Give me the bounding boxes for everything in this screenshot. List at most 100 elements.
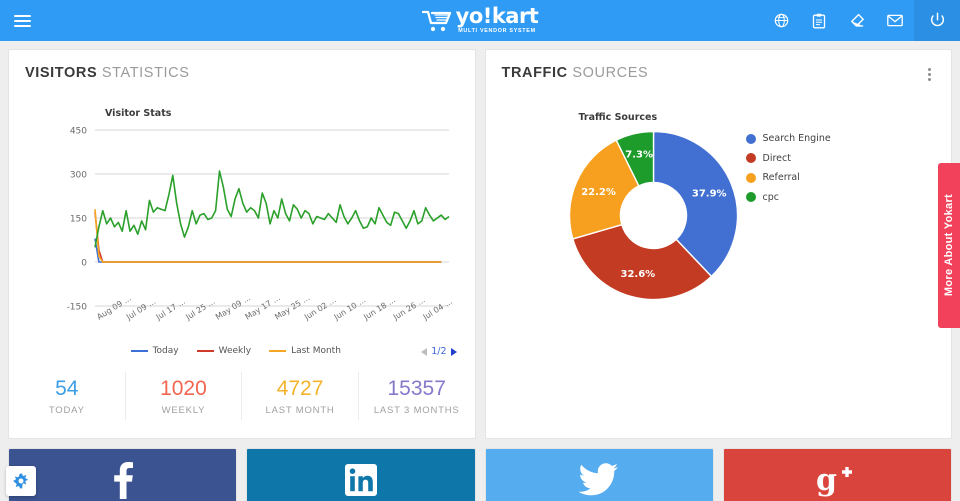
donut-slice-value: 37.9% (691, 189, 726, 200)
kebab-menu-icon[interactable] (924, 65, 935, 84)
traffic-title-light: SOURCES (572, 65, 649, 81)
chart-x-axis-labels: Aug 09 ...Jul 09 ...Jul 17 ...Jul 25 ...… (95, 293, 454, 322)
twitter-card-banner (485, 449, 713, 501)
legend-item-weekly[interactable]: Weekly (196, 346, 252, 356)
traffic-title-bold: TRAFFIC (501, 65, 568, 81)
eraser-icon[interactable] (838, 0, 876, 41)
stat-label: LAST MONTH (265, 405, 335, 417)
hamburger-bar (13, 24, 31, 27)
stat-last-month[interactable]: 4727 LAST MONTH (241, 372, 358, 421)
facebook-card-banner (9, 449, 237, 501)
legend-dot (745, 192, 756, 202)
legend-label: cpc (762, 191, 779, 203)
visitor-chart-legend: Today Weekly Last Month (9, 346, 463, 356)
brand-logo[interactable]: yo!kart MULTI VENDOR SYSTEM (421, 4, 539, 34)
hamburger-bar (13, 14, 31, 17)
svg-text:Jun 18 ...: Jun 18 ... (361, 295, 397, 322)
pagination-text: 1/2 (431, 346, 447, 357)
power-logout-icon[interactable] (914, 0, 960, 41)
legend-item-direct[interactable]: Direct (745, 152, 831, 164)
gear-icon (13, 473, 28, 489)
legend-dot (745, 172, 756, 183)
svg-text:Jul 04 ...: Jul 04 ... (421, 297, 454, 322)
legend-label: Weekly (218, 346, 252, 356)
dashboard-content: VISITORS STATISTICS Visitor Stats 450 300… (0, 41, 960, 439)
envelope-icon[interactable] (876, 0, 914, 41)
legend-dot (745, 133, 756, 144)
legend-item-cpc[interactable]: cpc (745, 191, 831, 203)
svg-text:300: 300 (70, 171, 87, 181)
google-plus-card-banner: g (723, 449, 951, 501)
stat-last-3-months[interactable]: 15357 LAST 3 MONTHS (357, 372, 475, 421)
legend-dot (745, 153, 756, 163)
globe-icon[interactable] (762, 0, 800, 41)
kebab-dot (928, 68, 931, 71)
triangle-right-icon[interactable] (450, 347, 457, 356)
social-cards-row: FACEBOOK LINKEDIN TWITTER g GOOGL (0, 439, 960, 501)
legend-label: Search Engine (762, 133, 831, 144)
topbar-icon-group (762, 0, 960, 41)
legend-label: Today (152, 346, 179, 356)
linkedin-icon (344, 464, 377, 496)
visitors-panel-title: VISITORS STATISTICS (25, 65, 190, 81)
svg-text:-150: -150 (67, 303, 88, 313)
legend-label: Last Month (291, 346, 341, 356)
legend-swatch (130, 349, 148, 353)
kebab-dot (928, 73, 931, 76)
svg-text:g: g (816, 463, 837, 498)
social-card-google-plus[interactable]: g GOOGLE PLUS (722, 448, 952, 501)
traffic-sources-donut-chart: 37.9% 32.6% 22.2% 7.3% (568, 130, 738, 301)
donut-slice-value: 32.6% (620, 269, 655, 280)
svg-text:0: 0 (81, 259, 87, 269)
traffic-legend: Search Engine Direct Referral cpc (745, 133, 831, 203)
facebook-icon (113, 462, 133, 499)
legend-item-referral[interactable]: Referral (745, 172, 831, 183)
stat-value: 1020 (160, 377, 207, 400)
stat-weekly[interactable]: 1020 WEEKLY (124, 372, 242, 421)
stat-label: WEEKLY (161, 405, 206, 417)
visitors-title-bold: VISITORS (25, 65, 98, 81)
donut-slice-value: 22.2% (581, 187, 616, 198)
stat-today[interactable]: 54 TODAY (9, 372, 125, 420)
legend-item-today[interactable]: Today (130, 346, 179, 356)
traffic-panel-header: TRAFFIC SOURCES (486, 50, 952, 84)
visitor-stats-line-chart: 450 300 150 0 -150 Aug 09 ...Jul 09 ...Jul 1… (67, 127, 454, 323)
svg-text:Jul 25 ...: Jul 25 ... (183, 297, 216, 322)
legend-item-last-month[interactable]: Last Month (269, 346, 341, 356)
stat-value: 15357 (387, 377, 446, 400)
visitors-panel-header: VISITORS STATISTICS (9, 50, 475, 81)
side-tab-label: More About Yokart (943, 194, 955, 297)
legend-item-search-engine[interactable]: Search Engine (745, 133, 831, 144)
traffic-donut-wrapper: 37.9% 32.6% 22.2% 7.3% (566, 128, 741, 308)
triangle-left-icon[interactable] (421, 347, 428, 356)
legend-swatch (269, 349, 287, 353)
stat-value: 54 (55, 377, 79, 400)
more-about-yokart-tab[interactable]: More About Yokart (938, 163, 960, 328)
social-card-twitter[interactable]: TWITTER (484, 448, 714, 501)
svg-text:Jun 10 ...: Jun 10 ... (332, 295, 368, 322)
twitter-icon (579, 463, 619, 496)
visitor-stats-summary-row: 54 TODAY 1020 WEEKLY 4727 LAST MONTH 153… (9, 372, 475, 421)
legend-label: Direct (762, 152, 791, 164)
hamburger-menu-icon[interactable] (0, 0, 44, 41)
donut-slice-value: 7.3% (625, 150, 653, 161)
traffic-sources-panel: TRAFFIC SOURCES Traffic Sources 37.9% 32.… (484, 49, 952, 439)
svg-text:150: 150 (70, 215, 87, 225)
social-card-facebook[interactable]: FACEBOOK (8, 448, 238, 501)
clipboard-icon[interactable] (800, 0, 838, 41)
visitors-statistics-panel: VISITORS STATISTICS Visitor Stats 450 300… (8, 49, 476, 439)
traffic-panel-title: TRAFFIC SOURCES (502, 65, 649, 81)
stat-value: 4727 (276, 377, 324, 400)
svg-text:450: 450 (70, 127, 87, 137)
svg-text:Jul 17 ...: Jul 17 ... (154, 297, 187, 322)
stat-label: LAST 3 MONTHS (373, 405, 460, 417)
legend-label: Referral (762, 172, 800, 183)
brand-name: yo!kart (455, 4, 539, 29)
top-navigation-bar: yo!kart MULTI VENDOR SYSTEM (0, 0, 960, 41)
social-card-linkedin[interactable]: LINKEDIN (246, 448, 476, 501)
kebab-dot (928, 78, 931, 81)
chart-series-lines (94, 170, 450, 263)
settings-gear-button[interactable] (6, 466, 36, 496)
linkedin-card-banner (247, 449, 475, 501)
legend-swatch (196, 349, 214, 353)
